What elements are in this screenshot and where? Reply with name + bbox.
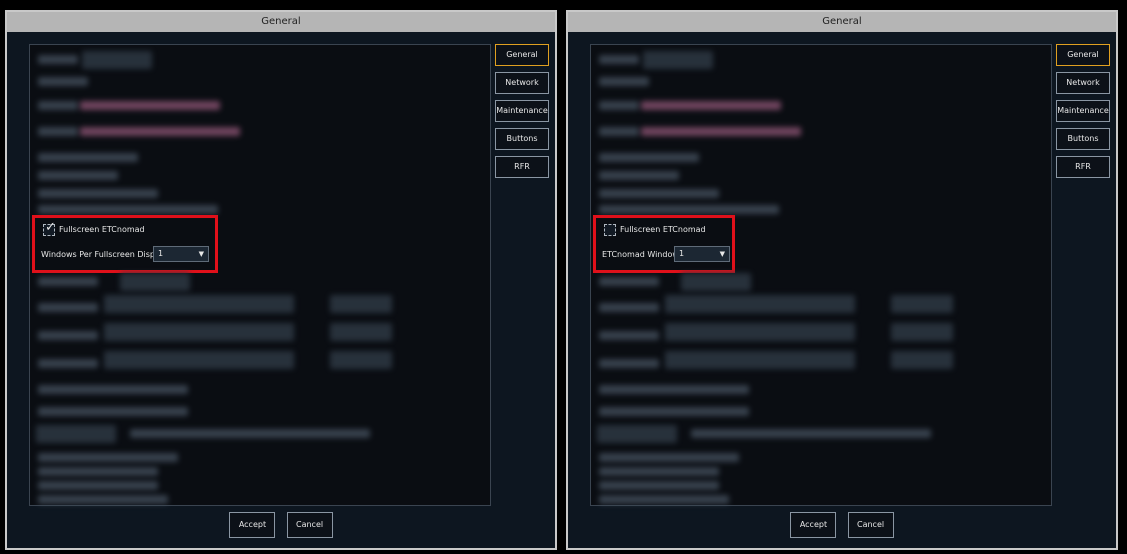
accept-button[interactable]: Accept: [790, 512, 837, 538]
tab-rfr[interactable]: RFR: [1056, 156, 1110, 178]
settings-dialog-right: General Fullscreen ETCnomad ETCnomad Win…: [566, 10, 1118, 550]
dialog-title: General: [7, 12, 555, 32]
tab-maintenance[interactable]: Maintenance: [495, 100, 549, 122]
tab-rfr[interactable]: RFR: [495, 156, 549, 178]
tab-general[interactable]: General: [495, 44, 549, 66]
fullscreen-label: Fullscreen ETCnomad: [59, 225, 145, 234]
tab-network[interactable]: Network: [1056, 72, 1110, 94]
etcnomad-windows-label: ETCnomad Windows: [602, 250, 684, 259]
windows-select[interactable]: 1 ▼: [674, 246, 730, 262]
windows-select-value: 1: [158, 249, 164, 258]
chevron-down-icon: ▼: [198, 250, 204, 258]
windows-select[interactable]: 1 ▼: [153, 246, 209, 262]
dialog-actions: Accept Cancel: [7, 512, 555, 538]
dialog-title: General: [568, 12, 1116, 32]
cancel-button[interactable]: Cancel: [286, 512, 333, 538]
tab-maintenance[interactable]: Maintenance: [1056, 100, 1110, 122]
settings-sidebar: General Network Maintenance Buttons RFR: [1056, 44, 1112, 184]
tab-general[interactable]: General: [1056, 44, 1110, 66]
fullscreen-checkbox[interactable]: [604, 224, 616, 236]
accept-button[interactable]: Accept: [229, 512, 276, 538]
cancel-button[interactable]: Cancel: [847, 512, 894, 538]
windows-select-value: 1: [679, 249, 685, 258]
fullscreen-checkbox[interactable]: ✓: [43, 220, 56, 236]
dialog-actions: Accept Cancel: [568, 512, 1116, 538]
fullscreen-highlight-box: ✓ Fullscreen ETCnomad Windows Per Fullsc…: [32, 215, 218, 273]
chevron-down-icon: ▼: [719, 250, 725, 258]
settings-sidebar: General Network Maintenance Buttons RFR: [495, 44, 551, 184]
tab-network[interactable]: Network: [495, 72, 549, 94]
tab-buttons[interactable]: Buttons: [1056, 128, 1110, 150]
settings-content: ✓ Fullscreen ETCnomad Windows Per Fullsc…: [29, 44, 491, 506]
settings-content: Fullscreen ETCnomad ETCnomad Windows 1 ▼: [590, 44, 1052, 506]
fullscreen-highlight-box: Fullscreen ETCnomad ETCnomad Windows 1 ▼: [593, 215, 735, 273]
fullscreen-label: Fullscreen ETCnomad: [620, 225, 706, 234]
settings-dialog-left: General ✓ Fullscreen ETCnomad Windows Pe…: [5, 10, 557, 550]
checkmark-icon: ✓: [45, 220, 56, 235]
windows-per-display-label: Windows Per Fullscreen Display: [41, 250, 167, 259]
tab-buttons[interactable]: Buttons: [495, 128, 549, 150]
